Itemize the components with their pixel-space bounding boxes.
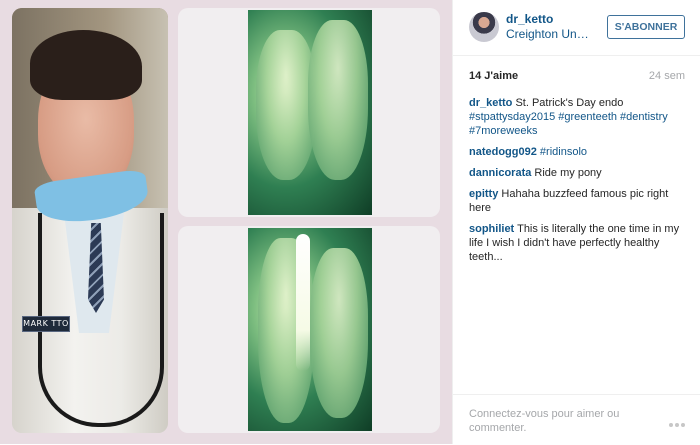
follow-button[interactable]: S'ABONNER	[607, 15, 685, 39]
xray-panel-top	[178, 8, 440, 217]
likes-count[interactable]: 14 J'aime	[469, 70, 518, 82]
post-photo[interactable]: MARK TTO	[0, 0, 452, 444]
comment-item: natedogg092 #ridinsolo	[469, 145, 689, 159]
tooth-right	[308, 20, 368, 180]
caption: dr_ketto St. Patrick's Day endo #stpatty…	[469, 96, 689, 138]
comment-list: dr_ketto St. Patrick's Day endo #stpatty…	[469, 96, 689, 396]
dot	[669, 423, 673, 427]
post-footer: Connectez-vous pour aimer ou commenter.	[453, 394, 700, 445]
post-header: dr_ketto Creighton Univ... S'ABONNER	[453, 0, 700, 56]
doctor-photo-panel: MARK TTO	[12, 8, 168, 433]
username-link[interactable]: dr_ketto	[506, 12, 553, 26]
dot	[681, 423, 685, 427]
location-link[interactable]: Creighton Univ...	[506, 27, 590, 41]
hair	[30, 30, 142, 100]
name-tag: MARK TTO	[22, 316, 70, 332]
comment-text[interactable]: #ridinsolo	[540, 146, 587, 158]
dot	[675, 423, 679, 427]
comment-username[interactable]: dannicorata	[469, 167, 531, 179]
comment-item: epitty Hahaha buzzfeed famous pic right …	[469, 187, 689, 215]
caption-text: St. Patrick's Day endo	[515, 97, 624, 109]
root-canal-filling	[296, 234, 310, 371]
comment-text: Hahaha buzzfeed famous pic right here	[469, 188, 669, 214]
comment-item: dannicorata Ride my pony	[469, 166, 689, 180]
more-dots-icon[interactable]	[665, 415, 689, 427]
caption-hashtags[interactable]: #stpattysday2015 #greenteeth #dentistry …	[469, 111, 668, 137]
xray-image-bottom	[248, 228, 372, 431]
login-prompt[interactable]: Connectez-vous pour aimer ou commenter.	[469, 407, 639, 435]
avatar[interactable]	[469, 12, 499, 42]
tooth-adjacent	[310, 248, 368, 418]
xray-panel-bottom	[178, 226, 440, 433]
comment-username[interactable]: natedogg092	[469, 146, 537, 158]
comment-item: sophiliet This is literally the one time…	[469, 222, 689, 264]
post-sidebar: dr_ketto Creighton Univ... S'ABONNER 14 …	[452, 0, 700, 444]
comment-username[interactable]: dr_ketto	[469, 97, 512, 109]
comment-text: Ride my pony	[534, 167, 602, 179]
post-stats: 14 J'aime 24 sem	[469, 70, 685, 86]
tooth-left	[256, 30, 316, 180]
comment-username[interactable]: sophiliet	[469, 223, 514, 235]
post-age[interactable]: 24 sem	[649, 70, 685, 82]
xray-image-top	[248, 10, 372, 215]
comment-username[interactable]: epitty	[469, 188, 498, 200]
